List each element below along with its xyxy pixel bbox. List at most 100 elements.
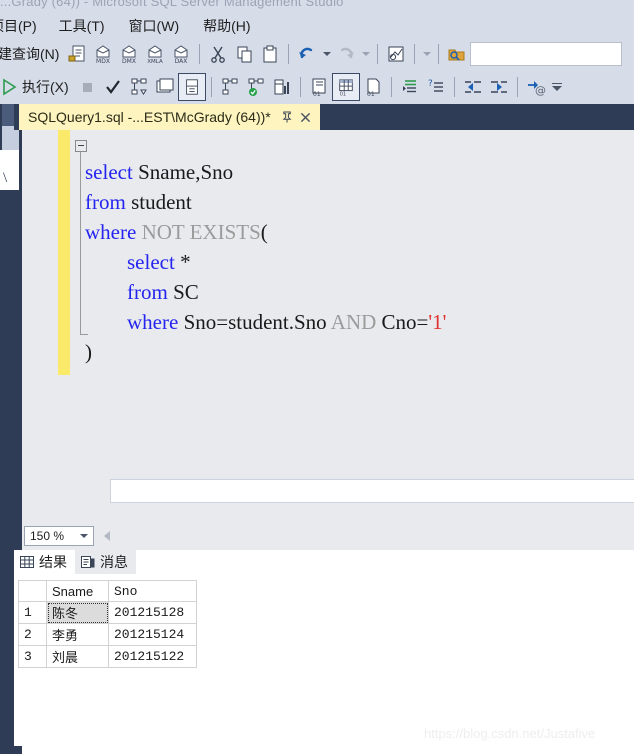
paste-icon[interactable] — [257, 41, 283, 67]
code-token: '1' — [428, 310, 447, 334]
cell-sname[interactable]: 陈冬 — [46, 601, 109, 624]
code-token: Sno=student.Sno — [178, 310, 331, 334]
include-client-stats-icon[interactable] — [269, 74, 295, 100]
code-token: select — [127, 250, 175, 274]
execute-button[interactable]: 执行(X) — [22, 77, 69, 97]
results-to-grid-icon[interactable]: 01 — [331, 72, 360, 101]
current-line-highlight[interactable] — [110, 479, 634, 503]
specify-values-icon[interactable]: @ — [523, 74, 549, 100]
menu-tools[interactable]: 工具(T) — [55, 14, 109, 38]
chevron-down-icon — [80, 534, 88, 538]
undo-icon[interactable] — [294, 41, 320, 67]
code-token: ) — [85, 340, 92, 364]
grid-icon — [20, 555, 34, 569]
undo-dropdown-icon[interactable] — [320, 41, 333, 67]
code-token: NOT EXISTS — [141, 220, 261, 244]
menu-project[interactable]: 项目(P) — [0, 14, 41, 38]
row-number[interactable]: 2 — [18, 623, 47, 646]
toolbar-separator — [288, 44, 290, 64]
find-in-files-icon[interactable] — [444, 41, 470, 67]
uncomment-icon[interactable]: ? — [423, 74, 449, 100]
svg-text:01: 01 — [313, 91, 321, 97]
increase-indent-icon[interactable] — [486, 74, 512, 100]
include-actual-plan-icon[interactable] — [217, 74, 243, 100]
new-dax-query-icon[interactable]: DAX — [168, 41, 194, 67]
toolbar-overflow-icon[interactable] — [549, 74, 565, 100]
cell-sno[interactable]: 201215124 — [108, 623, 197, 646]
sql-code-text[interactable]: select Sname,Sno from student where NOT … — [85, 157, 634, 367]
cell-sname[interactable]: 李勇 — [46, 623, 109, 646]
code-token: Sname,Sno — [132, 160, 234, 184]
header-sname[interactable]: Sname — [46, 580, 109, 602]
intellisense-icon[interactable] — [177, 72, 206, 101]
code-token: * — [174, 250, 191, 274]
scroll-left-icon[interactable] — [104, 531, 110, 541]
cut-icon[interactable] — [205, 41, 231, 67]
results-grid[interactable]: Sname Sno 1 陈冬 201215128 2 李勇 201215124 3 刘晨 201… — [18, 580, 197, 668]
tab-messages[interactable]: 消息 — [75, 550, 136, 574]
code-token: Cno= — [376, 310, 429, 334]
results-pane: 结果 消息 Sname Sno 1 陈冬 201215128 2 李勇 2012… — [14, 550, 634, 754]
results-to-file-icon[interactable]: 01 — [360, 74, 386, 100]
fold-region-line — [80, 152, 81, 334]
menu-help[interactable]: 帮助(H) — [199, 14, 254, 38]
table-row[interactable]: 2 李勇 201215124 — [18, 623, 197, 646]
comment-icon[interactable] — [397, 74, 423, 100]
new-dmx-query-icon[interactable]: DMX — [116, 41, 142, 67]
collapse-region-icon[interactable] — [75, 140, 87, 152]
header-sno[interactable]: Sno — [108, 580, 197, 602]
new-query-button[interactable]: 新建查询(N) — [0, 44, 59, 64]
tab-results[interactable]: 结果 — [14, 550, 75, 574]
code-token: where — [127, 310, 179, 334]
table-row[interactable]: 1 陈冬 201215128 — [18, 601, 197, 624]
close-icon[interactable] — [299, 109, 313, 125]
new-xmla-query-icon[interactable]: XMLA — [142, 41, 168, 67]
sql-editor[interactable]: select Sname,Sno from student where NOT … — [22, 130, 634, 522]
toolbar-separator — [438, 44, 440, 64]
cell-sno[interactable]: 201215128 — [108, 601, 197, 624]
copy-icon[interactable] — [231, 41, 257, 67]
new-mdx-query-icon[interactable]: MDX — [90, 41, 116, 67]
display-estimated-plan-icon[interactable] — [126, 74, 152, 100]
row-number[interactable]: 1 — [18, 601, 47, 624]
results-tab-strip: 结果 消息 — [14, 550, 136, 574]
toolbar-separator — [516, 76, 518, 97]
table-row[interactable]: 3 刘晨 201215122 — [18, 645, 197, 668]
svg-text:DAX: DAX — [175, 58, 188, 64]
toolbar-options-dropdown-icon[interactable] — [420, 41, 433, 67]
table-header-row: Sname Sno — [18, 580, 197, 602]
include-live-stats-icon[interactable] — [243, 74, 269, 100]
show-diagram-icon[interactable] — [383, 41, 409, 67]
decrease-indent-icon[interactable] — [460, 74, 486, 100]
standard-toolbar: 新建查询(N) MDX DMX — [0, 39, 634, 69]
row-number[interactable]: 3 — [18, 645, 47, 668]
menu-window[interactable]: 窗口(W) — [125, 14, 184, 38]
toolbar-separator — [377, 44, 379, 64]
editor-toolbar: 执行(X) 01 01 01 ? @ — [0, 69, 634, 104]
tab-results-label: 结果 — [39, 554, 67, 570]
ssms-window: ...Grady (64)) - Microsoft SQL Server Ma… — [0, 0, 634, 754]
code-token: AND — [330, 310, 377, 334]
new-query-icon[interactable] — [64, 41, 90, 67]
toolbar-separator — [210, 76, 212, 97]
cell-sname[interactable]: 刘晨 — [46, 645, 109, 668]
results-to-text-icon[interactable]: 01 — [306, 74, 332, 100]
redo-icon[interactable] — [333, 41, 359, 67]
query-options-icon[interactable] — [152, 74, 178, 100]
svg-text:XMLA: XMLA — [148, 59, 164, 64]
zoom-level-dropdown[interactable]: 150 % — [24, 526, 94, 546]
execute-icon[interactable] — [0, 74, 22, 100]
changed-lines-indicator — [58, 130, 70, 375]
parse-icon[interactable] — [100, 74, 126, 100]
pin-icon[interactable] — [281, 109, 294, 125]
svg-text:DMX: DMX — [122, 58, 136, 64]
document-tab-strip: SQLQuery1.sql -...EST\McGrady (64))* — [14, 104, 634, 130]
redo-dropdown-icon[interactable] — [359, 41, 372, 67]
document-tab-sqlquery1[interactable]: SQLQuery1.sql -...EST\McGrady (64))* — [19, 104, 320, 130]
stop-icon[interactable] — [74, 74, 100, 100]
cell-sno[interactable]: 201215122 — [108, 645, 197, 668]
code-token: student — [125, 190, 192, 214]
search-input[interactable] — [470, 42, 623, 66]
